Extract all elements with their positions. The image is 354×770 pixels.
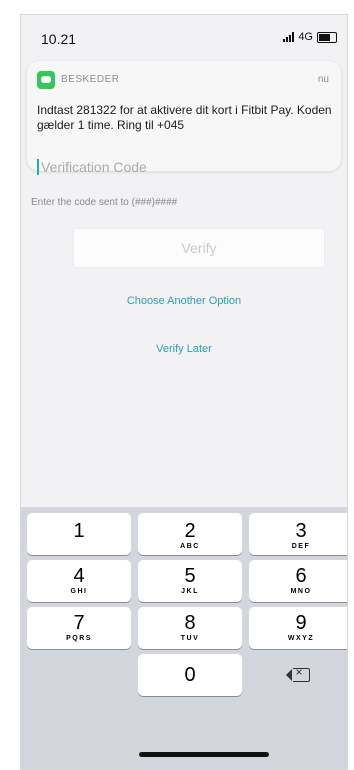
key-2[interactable]: 2 ABC <box>138 513 242 555</box>
delete-key[interactable] <box>249 654 347 696</box>
code-sent-hint: Enter the code sent to (###)#### <box>31 197 178 208</box>
key-6[interactable]: 6 MNO <box>249 560 347 602</box>
numeric-keypad: 1 2 ABC 3 DEF 4 GHI 5 JKL 6 MNO 7 PQRS 8 TUV 9W… <box>21 507 347 769</box>
verify-button[interactable]: Verify <box>73 228 325 268</box>
key-8[interactable]: 8 TUV <box>138 607 242 649</box>
status-indicators: 4G <box>283 31 337 43</box>
backspace-icon <box>285 665 310 682</box>
notification-app-name: BESKEDER <box>61 74 120 85</box>
choose-another-option-link[interactable]: Choose Another Option <box>21 295 347 307</box>
key-4[interactable]: 4 GHI <box>27 560 131 602</box>
text-cursor <box>37 159 39 175</box>
phone-screen: 10.21 4G BESKEDER nu Indtast 281322 for … <box>20 14 348 770</box>
network-type: 4G <box>298 31 313 43</box>
home-indicator[interactable] <box>139 752 269 757</box>
verification-code-placeholder: Verification Code <box>41 159 147 175</box>
verification-code-input[interactable]: Verification Code <box>27 155 341 179</box>
key-5[interactable]: 5 JKL <box>138 560 242 602</box>
messages-app-icon <box>37 71 55 89</box>
key-7[interactable]: 7 PQRS <box>27 607 131 649</box>
battery-icon <box>317 31 337 43</box>
key-1[interactable]: 1 <box>27 513 131 555</box>
notification-message: Indtast 281322 for at aktivere dit kort … <box>37 103 332 132</box>
status-bar: 10.21 4G <box>21 15 347 55</box>
status-time: 10.21 <box>41 31 77 47</box>
verify-later-link[interactable]: Verify Later <box>21 343 347 355</box>
notification-time: nu <box>317 74 329 85</box>
signal-icon <box>283 32 295 42</box>
key-3[interactable]: 3 DEF <box>249 513 347 555</box>
key-0[interactable]: 0 <box>138 654 242 696</box>
key-9[interactable]: 9 WXYZ <box>249 607 347 649</box>
